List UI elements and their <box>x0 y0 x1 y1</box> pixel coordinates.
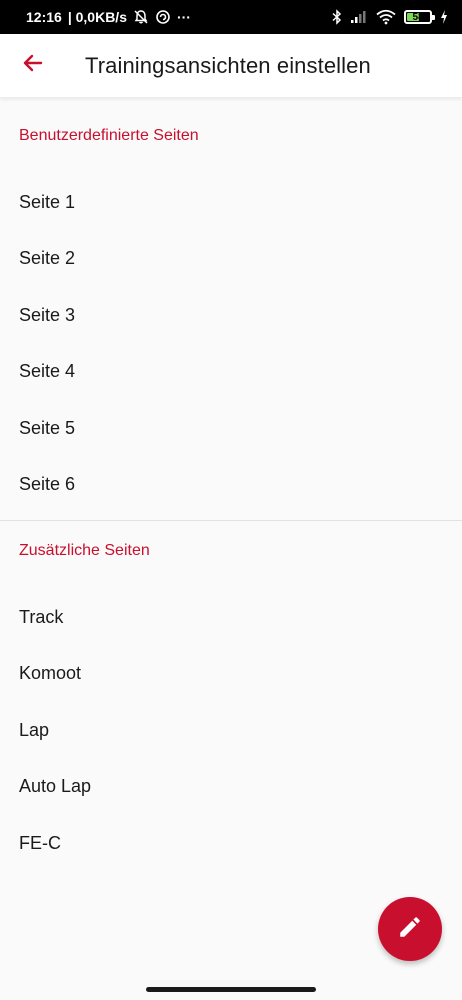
pencil-icon <box>397 914 423 945</box>
bell-off-icon <box>133 9 149 25</box>
list-item-seite-1[interactable]: Seite 1 <box>0 174 462 230</box>
list-item-auto-lap[interactable]: Auto Lap <box>0 758 462 814</box>
back-button[interactable] <box>0 34 66 98</box>
status-bar: 12:16 | 0,0KB/s ··· 58 <box>0 0 462 34</box>
section-header-additional-pages: Zusätzliche Seiten <box>19 542 150 559</box>
status-bar-left: 12:16 | 0,0KB/s ··· <box>26 9 191 25</box>
list-item-track[interactable]: Track <box>0 589 462 645</box>
list-item-fe-c[interactable]: FE-C <box>0 815 462 871</box>
list-item-komoot[interactable]: Komoot <box>0 645 462 701</box>
signal-icon <box>350 10 368 24</box>
edit-fab-button[interactable] <box>378 897 442 961</box>
network-speed: | 0,0KB/s <box>67 9 127 25</box>
section-divider <box>0 520 462 521</box>
list-item-seite-3[interactable]: Seite 3 <box>0 287 462 343</box>
arrow-left-icon <box>22 52 44 79</box>
home-indicator[interactable] <box>146 987 316 992</box>
list-item-seite-5[interactable]: Seite 5 <box>0 400 462 456</box>
app-bar: Trainingsansichten einstellen <box>0 34 462 98</box>
charging-icon <box>440 10 448 24</box>
battery-level: 58 <box>412 11 424 23</box>
battery-icon: 58 <box>404 10 435 24</box>
list-item-lap[interactable]: Lap <box>0 702 462 758</box>
list-item-seite-2[interactable]: Seite 2 <box>0 230 462 286</box>
bluetooth-icon <box>332 9 342 25</box>
section-header-custom-pages: Benutzerdefinierte Seiten <box>19 127 199 144</box>
list-item-seite-4[interactable]: Seite 4 <box>0 343 462 399</box>
sync-icon <box>155 9 171 25</box>
list-item-seite-6[interactable]: Seite 6 <box>0 456 462 512</box>
wifi-icon <box>376 9 396 25</box>
page-title: Trainingsansichten einstellen <box>85 52 371 78</box>
status-bar-right: 58 <box>332 9 448 25</box>
more-icon: ··· <box>176 9 191 25</box>
status-time: 12:16 <box>26 9 62 25</box>
